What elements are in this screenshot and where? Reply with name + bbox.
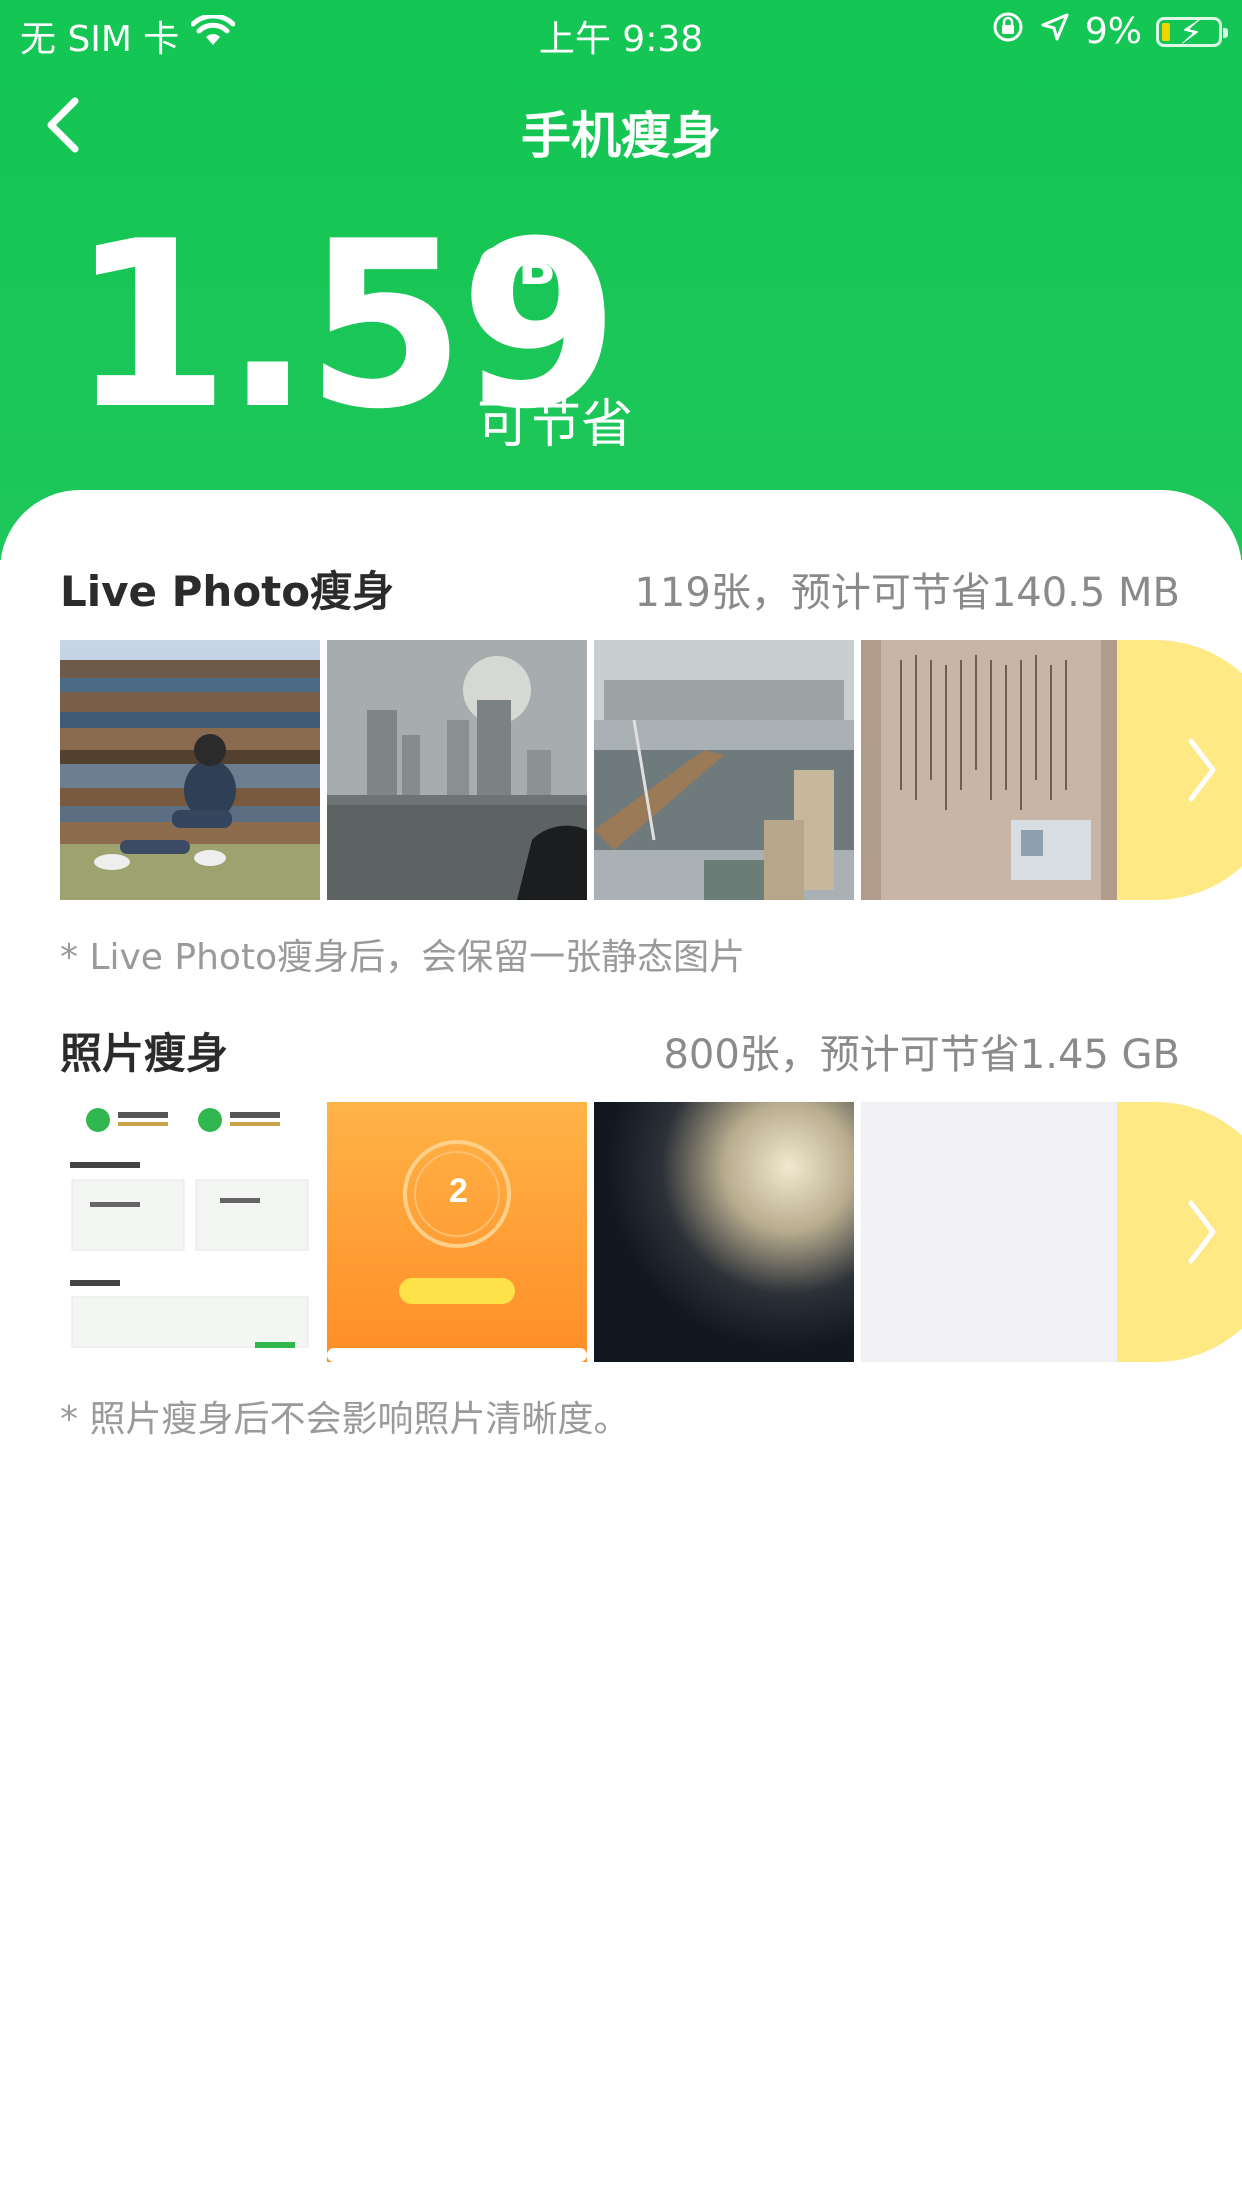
- live-photo-note: * Live Photo瘦身后，会保留一张静态图片: [60, 937, 746, 978]
- thumbnail-image[interactable]: [861, 1102, 1121, 1362]
- svg-text:2: 2: [449, 1172, 468, 1210]
- photo-thumbnails[interactable]: 2: [60, 1102, 1242, 1362]
- status-bar: 无 SIM 卡 上午 9:38 9% ⚡: [0, 0, 1242, 62]
- thumbnail-image[interactable]: 2: [327, 1102, 587, 1362]
- live-photo-section-title: Live Photo瘦身: [60, 567, 395, 616]
- location-arrow-icon: [1039, 11, 1071, 52]
- live-photo-more-button[interactable]: [1117, 640, 1242, 900]
- orientation-lock-icon: [991, 10, 1025, 53]
- thumbnail-image[interactable]: [60, 640, 320, 900]
- savable-size-label: 可节省: [477, 395, 634, 455]
- savable-size-unit: GB: [477, 238, 557, 296]
- thumbnail-image[interactable]: [594, 1102, 854, 1362]
- thumbnail-image[interactable]: [60, 1102, 320, 1362]
- thumbnail-image[interactable]: [594, 640, 854, 900]
- content-card: Live Photo瘦身 119张，预计可节省140.5 MB * Live P…: [0, 490, 1242, 2208]
- live-photo-thumbnails[interactable]: [60, 640, 1242, 900]
- photo-more-button[interactable]: [1117, 1102, 1242, 1362]
- chevron-right-icon: [1188, 738, 1216, 802]
- page-title: 手机瘦身: [521, 107, 721, 165]
- photo-note: * 照片瘦身后不会影响照片清晰度。: [60, 1399, 630, 1440]
- photo-section-title: 照片瘦身: [60, 1029, 229, 1078]
- thumbnail-image[interactable]: [327, 640, 587, 900]
- photo-section-meta: 800张，预计可节省1.45 GB: [663, 1032, 1180, 1078]
- live-photo-section-meta: 119张，预计可节省140.5 MB: [634, 570, 1180, 616]
- chevron-right-icon: [1188, 1200, 1216, 1264]
- status-right: 9% ⚡: [991, 10, 1228, 53]
- nav-bar: 手机瘦身: [0, 80, 1242, 170]
- battery-charging-icon: ⚡: [1156, 13, 1228, 53]
- header-hero: 无 SIM 卡 上午 9:38 9% ⚡ 手机瘦身 1.59 GB 可节省: [0, 0, 1242, 560]
- battery-percent: 9%: [1084, 11, 1142, 52]
- thumbnail-image[interactable]: [861, 640, 1121, 900]
